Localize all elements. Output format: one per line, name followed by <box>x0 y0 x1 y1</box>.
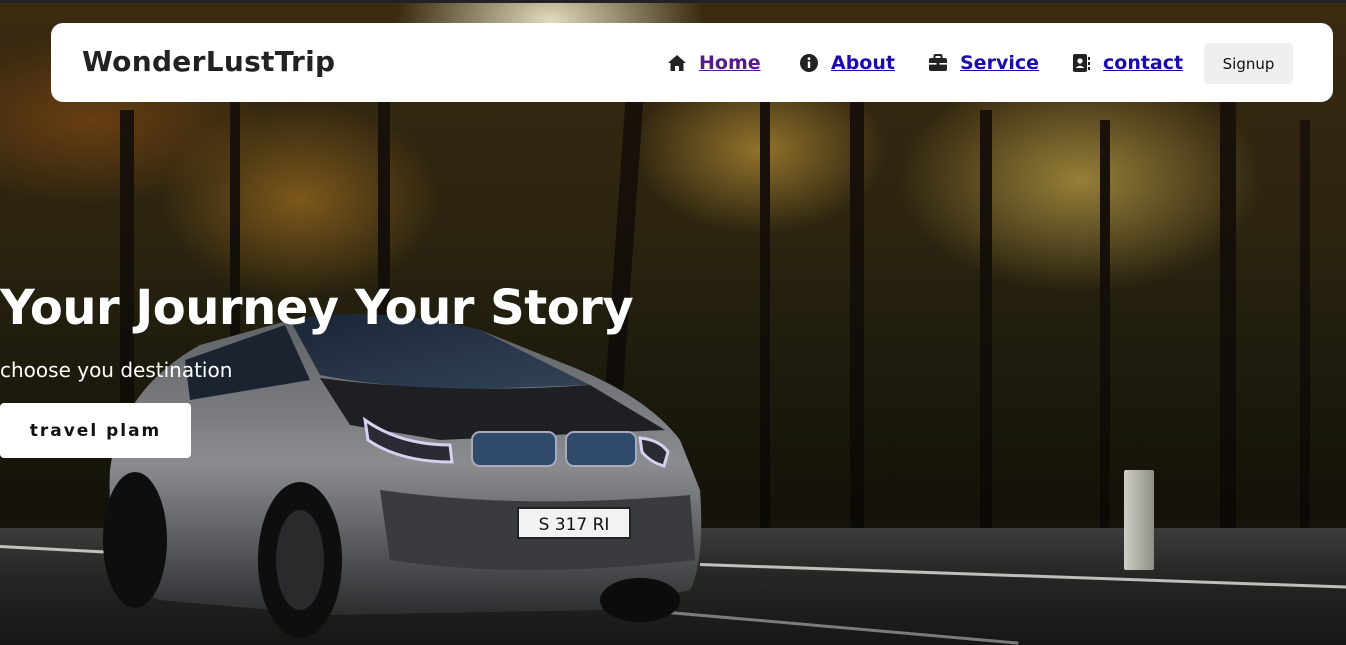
briefcase-icon <box>928 53 948 73</box>
nav-item-about[interactable]: About <box>799 51 895 75</box>
hero-title: Your Journey Your Story <box>0 280 634 336</box>
travel-plan-button[interactable]: travel plam <box>0 403 191 458</box>
brand-logo[interactable]: WonderLustTrip <box>82 45 335 78</box>
nav-item-service[interactable]: Service <box>928 51 1039 75</box>
info-icon <box>799 53 819 73</box>
signup-button[interactable]: Signup <box>1204 43 1293 84</box>
nav-link-about[interactable]: About <box>831 52 895 74</box>
hero-section: S 317 RI WonderLustTrip Home About Servi… <box>0 0 1346 645</box>
home-icon <box>667 53 687 73</box>
nav-item-contact[interactable]: contact <box>1071 51 1183 75</box>
hero-subtitle: choose you destination <box>0 358 233 382</box>
nav-link-service[interactable]: Service <box>960 52 1039 74</box>
navbar: WonderLustTrip Home About Service contac… <box>51 23 1333 102</box>
nav-link-contact[interactable]: contact <box>1103 52 1183 74</box>
license-plate-text: S 317 RI <box>539 515 610 535</box>
nav-link-home[interactable]: Home <box>699 52 761 74</box>
contact-book-icon <box>1071 53 1091 73</box>
nav-item-home[interactable]: Home <box>667 51 761 75</box>
